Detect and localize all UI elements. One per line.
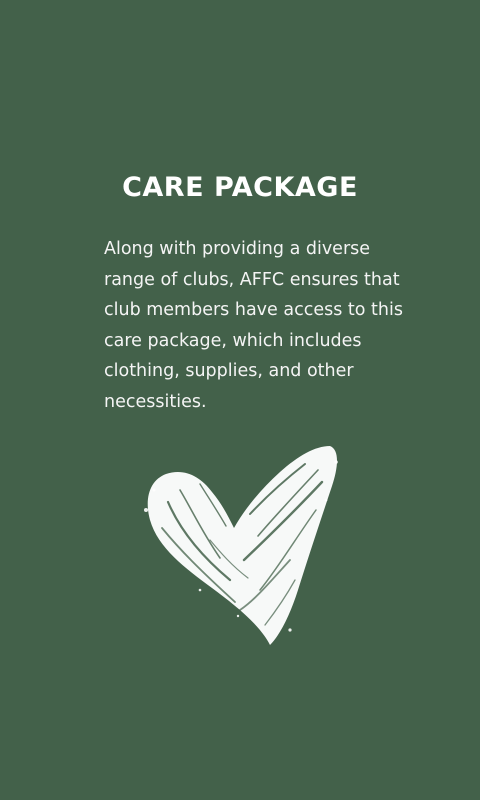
care-package-card: CARE PACKAGE Along with providing a dive…	[0, 0, 480, 800]
card-title: CARE PACKAGE	[122, 172, 358, 203]
heart-icon	[144, 446, 338, 645]
card-description: Along with providing a diverse range of …	[104, 239, 403, 412]
